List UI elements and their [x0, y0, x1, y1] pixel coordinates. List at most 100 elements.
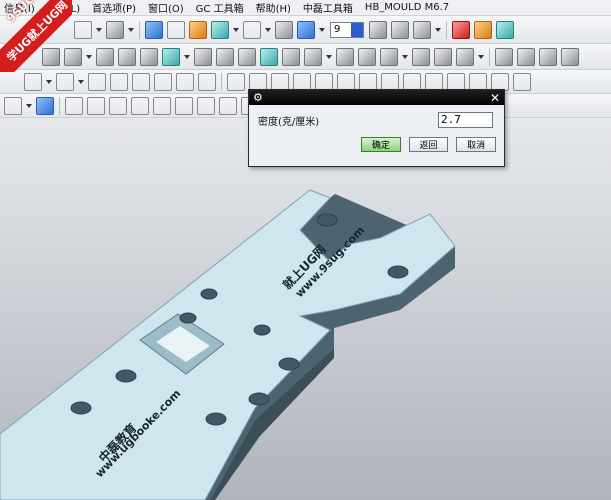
back-button[interactable]: 返回	[408, 137, 449, 152]
curve-icon[interactable]	[88, 72, 106, 91]
line-icon[interactable]	[227, 72, 245, 91]
menu-analysis[interactable]: 分析(L)	[47, 0, 80, 15]
ok-button[interactable]: 确定	[361, 137, 401, 152]
offset-face-icon[interactable]	[380, 47, 398, 66]
extract-curve-icon[interactable]	[513, 72, 531, 91]
select-body-icon[interactable]	[36, 96, 54, 115]
chevron-down-icon[interactable]	[96, 27, 102, 32]
chevron-down-icon[interactable]	[184, 54, 190, 59]
snap-end-icon[interactable]	[87, 96, 105, 115]
chevron-down-icon[interactable]	[86, 54, 92, 59]
chevron-down-icon[interactable]	[78, 79, 84, 84]
hole-icon[interactable]	[118, 47, 136, 66]
fit-view-icon[interactable]	[74, 20, 92, 39]
gear-icon[interactable]: ⚙	[253, 92, 263, 103]
rectangle-icon[interactable]	[249, 72, 267, 91]
chevron-down-icon[interactable]	[265, 27, 271, 32]
draft-icon[interactable]	[358, 47, 376, 66]
background-color-icon[interactable]	[243, 20, 261, 39]
play-icon[interactable]	[474, 20, 492, 39]
extrude-icon[interactable]	[64, 47, 82, 66]
intersect-icon[interactable]	[238, 47, 256, 66]
layer-select[interactable]: 9	[330, 21, 364, 38]
sync-modeling-icon[interactable]	[495, 47, 513, 66]
snap-point-icon[interactable]	[65, 96, 83, 115]
chevron-down-icon[interactable]	[402, 54, 408, 59]
helix-icon[interactable]	[154, 72, 172, 91]
display-edges-icon[interactable]	[275, 20, 293, 39]
arc-icon[interactable]	[56, 72, 74, 91]
sketch-task-icon[interactable]	[452, 20, 470, 39]
snap-mid-icon[interactable]	[109, 96, 127, 115]
shell-icon[interactable]	[336, 47, 354, 66]
section-view-icon[interactable]	[189, 20, 207, 39]
layer-settings-icon[interactable]	[369, 20, 387, 39]
render-style-icon[interactable]	[106, 20, 124, 39]
move-to-layer-icon[interactable]	[413, 20, 431, 39]
menu-help[interactable]: 帮助(H)	[256, 0, 291, 15]
snap-quadrant-icon[interactable]	[197, 96, 215, 115]
fillet-curve-icon[interactable]	[381, 72, 399, 91]
move-face-icon[interactable]	[561, 47, 579, 66]
bridge-curve-icon[interactable]	[176, 72, 194, 91]
section-curve-icon[interactable]	[491, 72, 509, 91]
part-top-face[interactable]	[0, 189, 456, 500]
graphics-viewport[interactable]: 就上UG网 www.9sug.com 中磊教育 www.ugbooke.com	[0, 118, 611, 500]
refresh-icon[interactable]	[496, 20, 514, 39]
snap-existing-icon[interactable]	[219, 96, 237, 115]
dialog-title-bar[interactable]: ⚙ ✕	[249, 90, 504, 105]
shaded-view-icon[interactable]	[145, 20, 163, 39]
chamfer-icon[interactable]	[304, 47, 322, 66]
block-icon[interactable]	[42, 47, 60, 66]
divide-curve-icon[interactable]	[403, 72, 421, 91]
snap-control-icon[interactable]	[131, 96, 149, 115]
pattern-icon[interactable]	[412, 47, 430, 66]
wireframe-view-icon[interactable]	[167, 20, 185, 39]
chevron-down-icon[interactable]	[351, 22, 363, 37]
ellipse-icon[interactable]	[293, 72, 311, 91]
chevron-down-icon[interactable]	[26, 103, 32, 108]
menu-zhonglei-toolbox[interactable]: 中磊工具箱	[303, 0, 353, 15]
mirror-icon[interactable]	[434, 47, 452, 66]
trim-curve-icon[interactable]	[337, 72, 355, 91]
menu-window[interactable]: 窗口(O)	[148, 0, 184, 15]
boss-icon[interactable]	[140, 47, 158, 66]
snap-intersection-icon[interactable]	[153, 96, 171, 115]
text-curve-icon[interactable]	[198, 72, 216, 91]
datum-axis-icon[interactable]	[162, 47, 180, 66]
selection-filter-icon[interactable]	[4, 96, 22, 115]
intersect-curve-icon[interactable]	[447, 72, 465, 91]
polygon-icon[interactable]	[271, 72, 289, 91]
spline-icon[interactable]	[315, 72, 333, 91]
view-orient-icon[interactable]	[211, 20, 229, 39]
chevron-down-icon[interactable]	[319, 27, 325, 32]
chevron-down-icon[interactable]	[478, 54, 484, 59]
close-icon[interactable]: ✕	[490, 92, 500, 104]
menu-preferences[interactable]: 首选项(P)	[92, 0, 136, 15]
replace-face-icon[interactable]	[517, 47, 535, 66]
snap-view-icon[interactable]	[297, 20, 315, 39]
chevron-down-icon[interactable]	[435, 27, 441, 32]
snap-center-icon[interactable]	[175, 96, 193, 115]
delete-face-icon[interactable]	[539, 47, 557, 66]
edge-blend-icon[interactable]	[282, 47, 300, 66]
extend-curve-icon[interactable]	[359, 72, 377, 91]
menu-hb-mould[interactable]: HB_MOULD M6.7	[365, 2, 449, 13]
cancel-button[interactable]: 取消	[456, 137, 497, 152]
subtract-icon[interactable]	[216, 47, 234, 66]
chevron-down-icon[interactable]	[128, 27, 134, 32]
unite-icon[interactable]	[194, 47, 212, 66]
isoparametric-icon[interactable]	[469, 72, 487, 91]
chevron-down-icon[interactable]	[326, 54, 332, 59]
menu-info[interactable]: 信息(I)	[4, 0, 35, 15]
chevron-down-icon[interactable]	[233, 27, 239, 32]
menu-gc-toolbox[interactable]: GC 工具箱	[196, 0, 244, 15]
project-curve-icon[interactable]	[132, 72, 150, 91]
chevron-down-icon[interactable]	[46, 79, 52, 84]
join-curve-icon[interactable]	[425, 72, 443, 91]
trim-body-icon[interactable]	[260, 47, 278, 66]
offset-curve-icon[interactable]	[110, 72, 128, 91]
sew-icon[interactable]	[456, 47, 474, 66]
layer-visible-icon[interactable]	[391, 20, 409, 39]
revolve-icon[interactable]	[96, 47, 114, 66]
